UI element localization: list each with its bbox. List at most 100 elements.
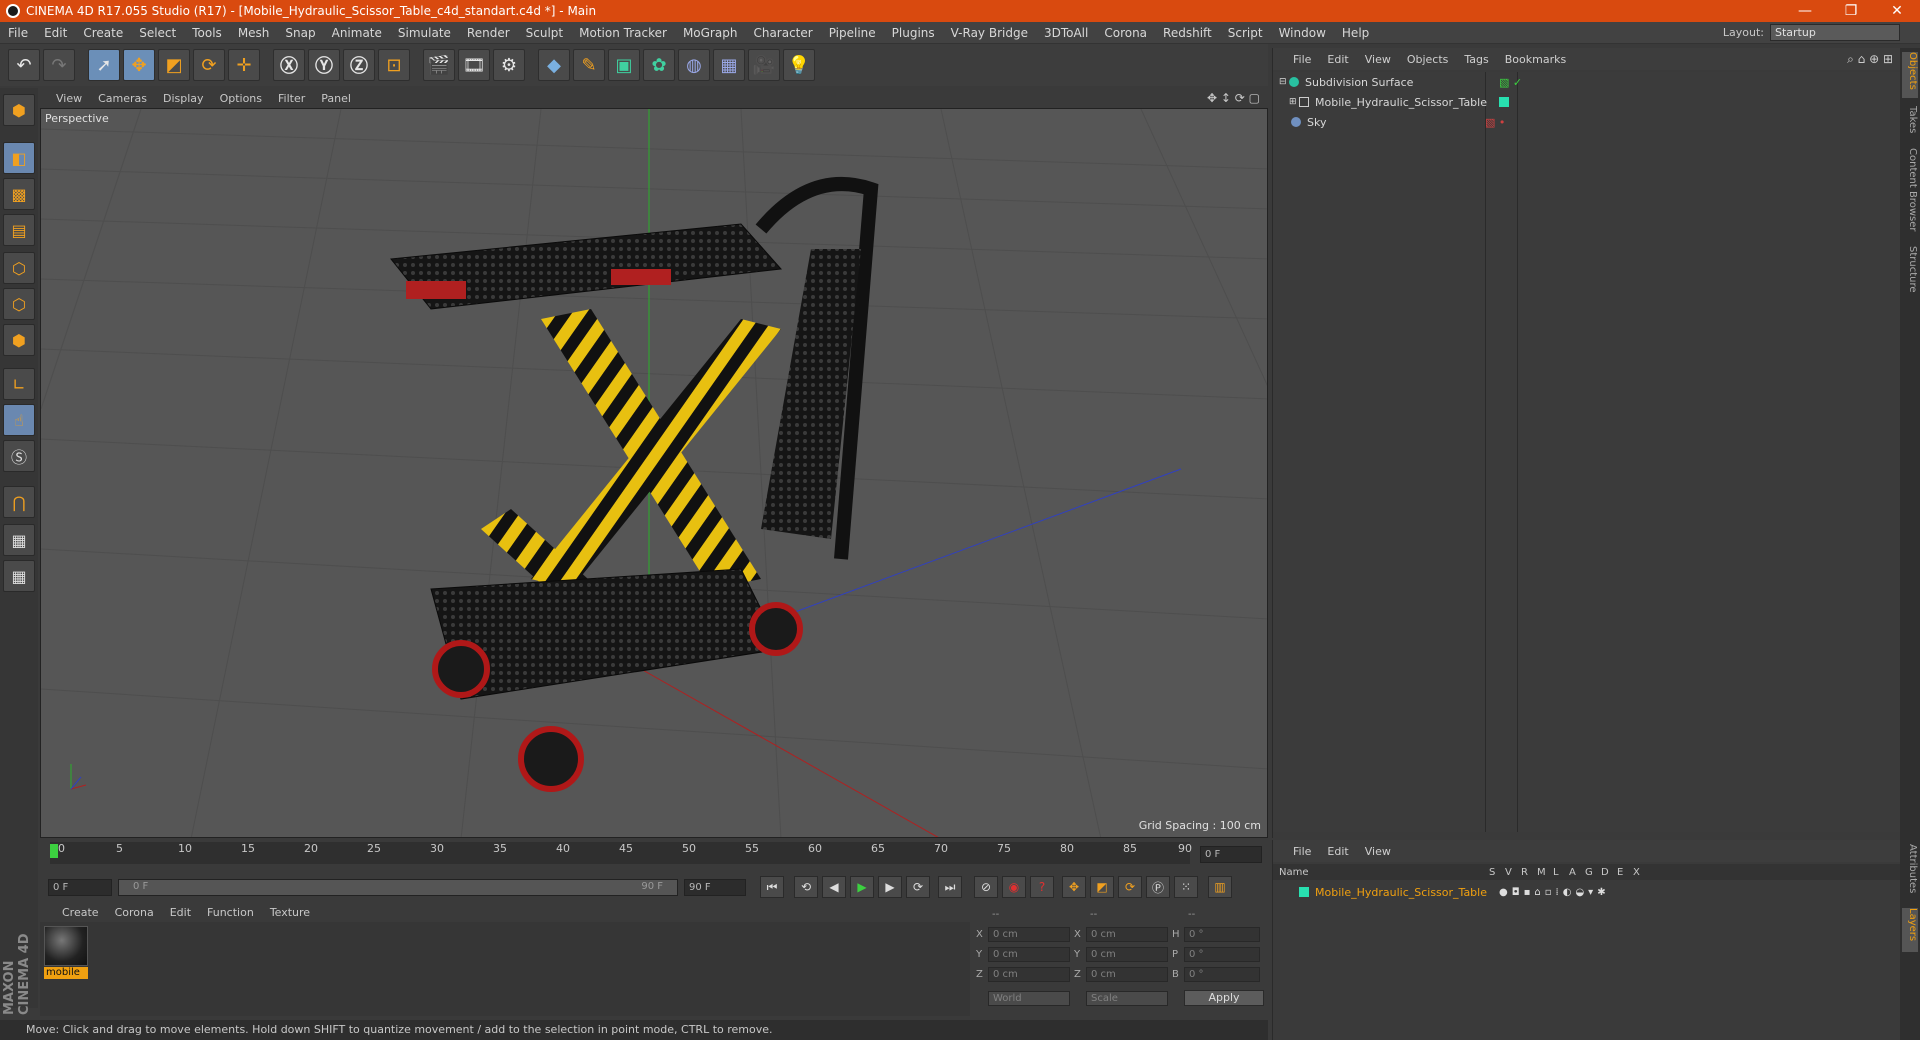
tab-takes[interactable]: Takes	[1902, 106, 1918, 142]
model-mode-icon[interactable]: ◧	[3, 142, 35, 174]
menu-simulate[interactable]: Simulate	[390, 26, 459, 40]
menu-redshift[interactable]: Redshift	[1155, 26, 1220, 40]
subdivision-surface-icon[interactable]: ▣	[608, 49, 640, 81]
menu-help[interactable]: Help	[1334, 26, 1377, 40]
om-menu-file[interactable]: File	[1285, 53, 1319, 66]
coordinate-system-icon[interactable]: ⊡	[378, 49, 410, 81]
end-frame-field[interactable]: 90 F	[684, 878, 746, 896]
workplane-lock-icon[interactable]: ▦	[3, 524, 35, 556]
axis-mode-icon[interactable]: ∟	[3, 368, 35, 400]
deformer-icon[interactable]: ◍	[678, 49, 710, 81]
visibility-dot-icon[interactable]: ▧ •	[1485, 116, 1505, 129]
x-axis-lock-icon[interactable]: Ⓧ	[273, 49, 305, 81]
menu-corona[interactable]: Corona	[1096, 26, 1155, 40]
position-y-field[interactable]: 0 cm	[988, 946, 1070, 962]
material-thumbnail[interactable]	[44, 926, 88, 966]
menu-3dtoall[interactable]: 3DToAll	[1036, 26, 1096, 40]
light-object-icon[interactable]: 💡	[783, 49, 815, 81]
layer-color-icon[interactable]	[1499, 97, 1509, 107]
live-selection-icon[interactable]: ➚	[88, 49, 120, 81]
viewport-menu-cameras[interactable]: Cameras	[90, 92, 155, 105]
scale-tool-icon[interactable]: ◩	[158, 49, 190, 81]
recent-tool-icon[interactable]: ✛	[228, 49, 260, 81]
next-frame-icon[interactable]: ▶	[878, 876, 902, 898]
start-frame-field[interactable]: 0 F	[48, 878, 112, 896]
perspective-viewport[interactable]: Perspective Grid Spacing : 100 cm	[40, 108, 1268, 838]
next-key-icon[interactable]: ⟳	[906, 876, 930, 898]
object-row[interactable]: ⊞ Mobile_Hydraulic_Scissor_Table	[1273, 92, 1901, 112]
layer-color-swatch[interactable]	[1299, 887, 1309, 897]
key-rotation-icon[interactable]: ⟳	[1118, 876, 1142, 898]
redo-icon[interactable]: ↷	[43, 49, 75, 81]
camera-object-icon[interactable]: 🎥	[748, 49, 780, 81]
size-mode-dropdown[interactable]: Scale	[1086, 990, 1168, 1006]
menu-animate[interactable]: Animate	[324, 26, 390, 40]
layer-menu-edit[interactable]: Edit	[1319, 845, 1356, 858]
menu-create[interactable]: Create	[75, 26, 131, 40]
points-mode-icon[interactable]: ⬡	[3, 252, 35, 284]
rotation-h-field[interactable]: 0 °	[1184, 926, 1260, 942]
menu-vray-bridge[interactable]: V-Ray Bridge	[943, 26, 1036, 40]
menu-file[interactable]: File	[0, 26, 36, 40]
menu-plugins[interactable]: Plugins	[884, 26, 943, 40]
menu-script[interactable]: Script	[1220, 26, 1271, 40]
om-menu-tags[interactable]: Tags	[1456, 53, 1496, 66]
tab-objects[interactable]: Objects	[1902, 52, 1918, 98]
tab-structure[interactable]: Structure	[1902, 246, 1918, 302]
menu-window[interactable]: Window	[1271, 26, 1334, 40]
move-tool-icon[interactable]: ✥	[123, 49, 155, 81]
om-menu-view[interactable]: View	[1357, 53, 1399, 66]
layout-dropdown[interactable]: Startup	[1770, 24, 1900, 41]
object-row[interactable]: Sky ▧ •	[1273, 112, 1901, 132]
object-row[interactable]: ⊟ Subdivision Surface ▧ ✓	[1273, 72, 1901, 92]
key-scale-icon[interactable]: ◩	[1090, 876, 1114, 898]
material-menu-edit[interactable]: Edit	[162, 906, 199, 919]
menu-render[interactable]: Render	[459, 26, 518, 40]
rotation-p-field[interactable]: 0 °	[1184, 946, 1260, 962]
menu-edit[interactable]: Edit	[36, 26, 75, 40]
material-menu-corona[interactable]: Corona	[107, 906, 162, 919]
undo-icon[interactable]: ↶	[8, 49, 40, 81]
om-menu-objects[interactable]: Objects	[1399, 53, 1457, 66]
material-name-label[interactable]: mobile	[44, 967, 88, 979]
timeline-playhead[interactable]	[50, 844, 58, 858]
cube-object-icon[interactable]: ◆	[538, 49, 570, 81]
menu-sculpt[interactable]: Sculpt	[518, 26, 571, 40]
record-keys-icon[interactable]: ⊘	[974, 876, 998, 898]
go-to-start-icon[interactable]: ⏮	[760, 876, 784, 898]
timeline-window-icon[interactable]: ▥	[1208, 876, 1232, 898]
tab-attributes[interactable]: Attributes	[1902, 844, 1918, 904]
cloner-icon[interactable]: ✿	[643, 49, 675, 81]
layer-menu-view[interactable]: View	[1357, 845, 1399, 858]
key-pla-icon[interactable]: ⁙	[1174, 876, 1198, 898]
tab-content-browser[interactable]: Content Browser	[1902, 148, 1918, 244]
apply-button[interactable]: Apply	[1184, 990, 1264, 1006]
floor-object-icon[interactable]: ▦	[713, 49, 745, 81]
viewport-menu-panel[interactable]: Panel	[313, 92, 359, 105]
viewport-navigation-icon[interactable]: ✥ ↕ ⟳ ▢	[1207, 91, 1260, 105]
expand-icon[interactable]: ⊞	[1289, 97, 1299, 107]
pen-spline-icon[interactable]: ✎	[573, 49, 605, 81]
frame-range-slider[interactable]: 0 F 90 F	[118, 878, 678, 896]
menu-mesh[interactable]: Mesh	[230, 26, 278, 40]
material-menu-function[interactable]: Function	[199, 906, 262, 919]
maximize-button[interactable]: ❐	[1828, 0, 1874, 22]
go-to-end-icon[interactable]: ⏭	[938, 876, 962, 898]
menu-character[interactable]: Character	[745, 26, 820, 40]
edges-mode-icon[interactable]: ⬡	[3, 288, 35, 320]
viewport-menu-filter[interactable]: Filter	[270, 92, 313, 105]
render-settings-icon[interactable]: ⚙	[493, 49, 525, 81]
key-parameter-icon[interactable]: Ⓟ	[1146, 876, 1170, 898]
texture-mode-icon[interactable]: ▩	[3, 178, 35, 210]
render-view-icon[interactable]: 🎬	[423, 49, 455, 81]
coordinate-space-dropdown[interactable]: World	[988, 990, 1070, 1006]
menu-select[interactable]: Select	[131, 26, 184, 40]
om-menu-edit[interactable]: Edit	[1319, 53, 1356, 66]
layer-row[interactable]: Mobile_Hydraulic_Scissor_Table ●◘▪⌂▫⁞◐◒▾…	[1273, 882, 1901, 902]
autokey-icon[interactable]: ◉	[1002, 876, 1026, 898]
menu-snap[interactable]: Snap	[277, 26, 323, 40]
make-editable-icon[interactable]: ⬢	[3, 94, 35, 126]
minimize-button[interactable]: —	[1782, 0, 1828, 22]
timeline[interactable]: 0 5 10 15 20 25 30 35 40 45 50 55 60 65 …	[40, 840, 1268, 874]
workplane-mode-icon[interactable]: ▤	[3, 214, 35, 246]
